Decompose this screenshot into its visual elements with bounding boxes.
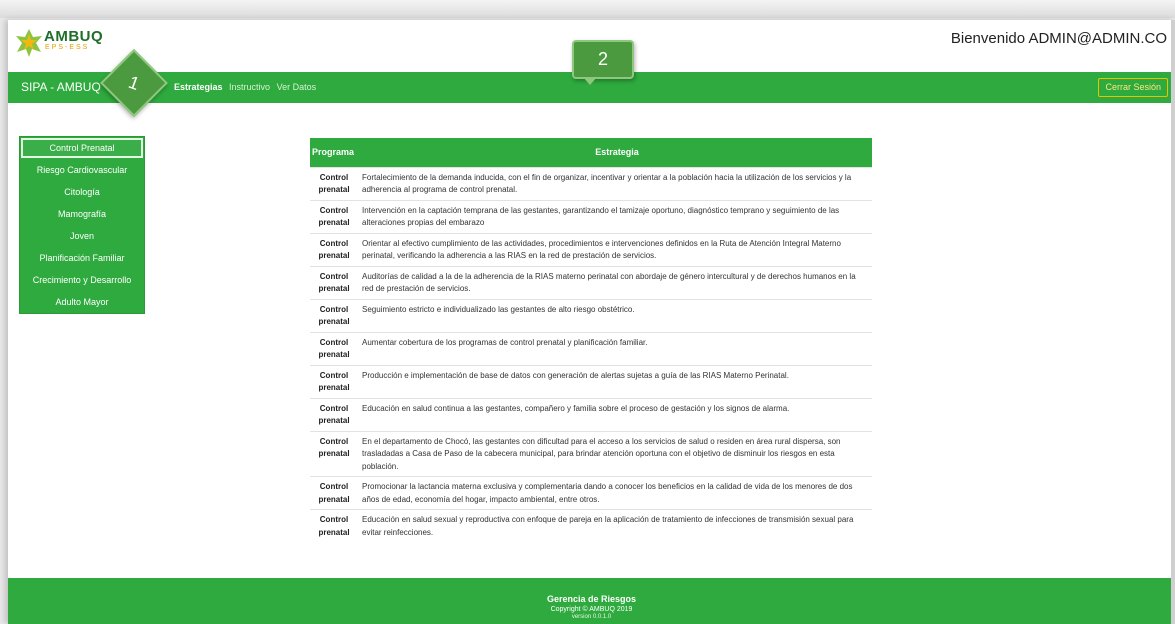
welcome-text: Bienvenido ADMIN@ADMIN.CO bbox=[950, 30, 1167, 47]
table-row: Control prenatal Seguimiento estricto e i… bbox=[310, 298, 872, 332]
table-row: Control prenatal Promocionar la lactancia… bbox=[310, 476, 872, 510]
table-row: Control prenatal Orientar al efectivo cum… bbox=[310, 232, 872, 266]
strategy-cell: Producción e implementación de base de d… bbox=[360, 364, 872, 398]
program-cell: Control prenatal bbox=[310, 476, 360, 510]
sidebar-item-mamografia[interactable]: Mamografía bbox=[20, 203, 144, 225]
program-cell: Control prenatal bbox=[310, 430, 360, 477]
table-body: Control prenatal Fortalecimiento de la de… bbox=[310, 166, 872, 542]
footer: Gerencia de Riesgos Copyright © AMBUQ 20… bbox=[8, 578, 1175, 624]
ambuq-logo[interactable]: AMBUQ EPS-ESS bbox=[14, 28, 114, 64]
logo-text: AMBUQ bbox=[44, 28, 104, 45]
sidebar-item-joven[interactable]: Joven bbox=[20, 225, 144, 247]
table-row: Control prenatal Educación en salud sexua… bbox=[310, 509, 872, 542]
program-cell: Control prenatal bbox=[310, 232, 360, 266]
table-row: Control prenatal Educación en salud conti… bbox=[310, 397, 872, 431]
footer-title: Gerencia de Riesgos bbox=[546, 594, 637, 604]
column-header-programa: Programa bbox=[312, 147, 355, 158]
nav-links: Estrategias Instructivo Ver Datos bbox=[174, 82, 320, 92]
table-row: Control prenatal Aumentar cobertura de lo… bbox=[310, 331, 872, 365]
sidebar-item-citologia[interactable]: Citología bbox=[20, 181, 144, 203]
program-cell: Control prenatal bbox=[310, 364, 360, 398]
strategy-cell: Educación en salud continua a las gestan… bbox=[360, 397, 872, 431]
table-row: Control prenatal Fortalecimiento de la de… bbox=[310, 166, 872, 200]
table-row: Control prenatal En el departamento de Ch… bbox=[310, 430, 872, 477]
strategy-cell: Educación en salud sexual y reproductiva… bbox=[360, 509, 872, 542]
scrollbar[interactable] bbox=[1171, 20, 1175, 624]
logout-button[interactable]: Cerrar Sesión bbox=[1098, 78, 1168, 97]
footer-version: version 0.0.1.0 bbox=[571, 614, 612, 620]
strategies-table-container: Programa Estrategia Control prenatal Fort… bbox=[310, 138, 872, 542]
strategy-cell: Orientar al efectivo cumplimiento de las… bbox=[360, 232, 872, 266]
nav-link-instructivo[interactable]: Instructivo bbox=[229, 82, 270, 92]
callout-pointer-2 bbox=[583, 77, 597, 85]
column-header-estrategia: Estrategia bbox=[595, 147, 639, 158]
sidebar-item-adulto-mayor[interactable]: Adulto Mayor bbox=[20, 291, 144, 313]
footer-copyright: Copyright © AMBUQ 2019 bbox=[550, 606, 633, 613]
logo-subtext: EPS-ESS bbox=[45, 44, 90, 51]
window-top-frame bbox=[0, 0, 1175, 18]
program-cell: Control prenatal bbox=[310, 331, 360, 365]
strategy-cell: Aumentar cobertura de los programas de c… bbox=[360, 331, 872, 365]
strategy-cell: Promocionar la lactancia materna exclusi… bbox=[360, 476, 872, 510]
strategy-cell: Fortalecimiento de la demanda inducida, … bbox=[360, 166, 872, 200]
table-row: Control prenatal Producción e implementac… bbox=[310, 364, 872, 398]
strategy-cell: Intervención en la captación temprana de… bbox=[360, 199, 872, 233]
program-cell: Control prenatal bbox=[310, 166, 360, 200]
sidebar-item-control-prenatal[interactable]: Control Prenatal bbox=[21, 138, 143, 158]
sidebar-item-crecimiento-desarrollo[interactable]: Crecimiento y Desarrollo bbox=[20, 269, 144, 291]
sidebar-item-planificacion-familiar[interactable]: Planificación Familiar bbox=[20, 247, 144, 269]
leaf-logo-icon bbox=[16, 29, 42, 57]
page: AMBUQ EPS-ESS Bienvenido ADMIN@ADMIN.CO … bbox=[8, 20, 1175, 624]
table-row: Control prenatal Auditorías de calidad a … bbox=[310, 265, 872, 299]
table-row: Control prenatal Intervención en la capta… bbox=[310, 199, 872, 233]
strategy-cell: Auditorías de calidad a la de la adheren… bbox=[360, 265, 872, 299]
nav-link-ver-datos[interactable]: Ver Datos bbox=[277, 82, 317, 92]
program-cell: Control prenatal bbox=[310, 199, 360, 233]
program-cell: Control prenatal bbox=[310, 298, 360, 332]
sidebar-menu: Control Prenatal Riesgo Cardiovascular C… bbox=[19, 136, 145, 314]
strategies-table: Programa Estrategia Control prenatal Fort… bbox=[310, 138, 872, 542]
sidebar-item-riesgo-cardiovascular[interactable]: Riesgo Cardiovascular bbox=[20, 159, 144, 181]
nav-link-estrategias[interactable]: Estrategias bbox=[174, 82, 223, 92]
callout-marker-2: 2 bbox=[572, 40, 634, 79]
program-cell: Control prenatal bbox=[310, 265, 360, 299]
strategy-cell: Seguimiento estricto e individualizado l… bbox=[360, 298, 872, 332]
strategy-cell: En el departamento de Chocó, las gestant… bbox=[360, 430, 872, 477]
table-header-row: Programa Estrategia bbox=[310, 138, 872, 167]
program-cell: Control prenatal bbox=[310, 509, 360, 542]
program-cell: Control prenatal bbox=[310, 397, 360, 431]
brand-link[interactable]: SIPA - AMBUQ bbox=[21, 80, 101, 94]
